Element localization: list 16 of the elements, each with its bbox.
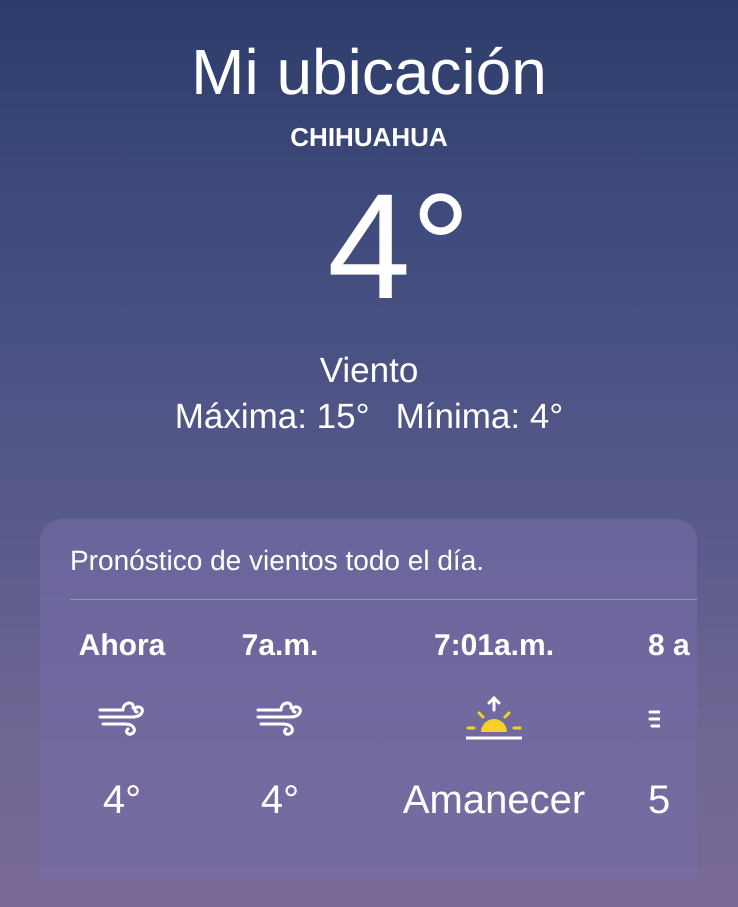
hour-label: 7:01a.m. [434, 628, 554, 664]
sunrise-icon [464, 696, 524, 742]
low-temperature: Mínima: 4° [396, 397, 564, 437]
hour-label: 7a.m. [242, 628, 318, 664]
forecast-summary: Pronóstico de vientos todo el día. [70, 544, 486, 578]
hour-value: 4° [260, 777, 300, 824]
hour-label: 8 a [648, 628, 690, 664]
hour-value: 5 [648, 777, 670, 824]
city-name: CHIHUAHUA [290, 122, 448, 153]
hour-value: 4° [102, 777, 142, 824]
location-title: Mi ubicación [191, 35, 547, 110]
weather-condition: Viento [320, 351, 418, 391]
hour-label: Ahora [78, 628, 166, 664]
current-temperature: 4° [326, 161, 471, 331]
high-temperature: Máxima: 15° [174, 397, 370, 437]
hour-value: Amanecer [402, 777, 586, 824]
